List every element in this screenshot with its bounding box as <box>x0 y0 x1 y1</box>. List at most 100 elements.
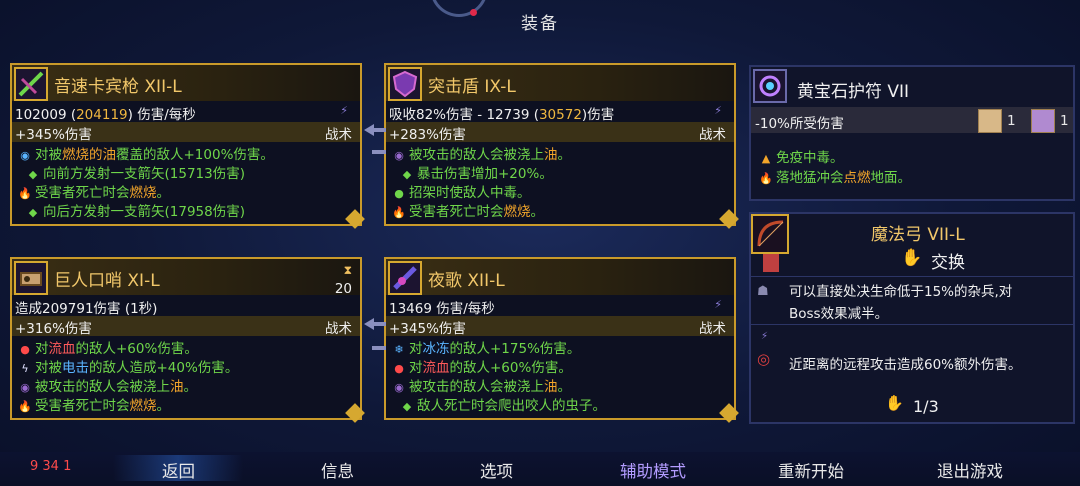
bullet-icon: ◆ <box>28 206 38 219</box>
card-block: 吸收82%伤害 - 12739 (30572)伤害 <box>389 107 615 123</box>
arrow-left-icon <box>364 124 374 136</box>
lightning-icon: ϟ <box>21 362 29 375</box>
card-dps: 13469 伤害/每秒 <box>389 301 495 317</box>
hourglass-icon: ⧗ <box>343 263 352 277</box>
card-dps: 102009 (204119) 伤害/每秒 <box>15 107 196 123</box>
card-bonus: +283%伤害 <box>389 127 466 143</box>
amulet-panel[interactable]: 黄宝石护符 VII -10%所受伤害 1 1 ▲ 免疫中毒。 🔥 落地猛冲会点燃地面… <box>749 65 1075 201</box>
target-icon: ◎ <box>757 350 771 368</box>
corner-gem-icon <box>345 209 365 229</box>
snowflake-icon: ❄ <box>394 343 404 356</box>
card-effects: ◉ 被攻击的敌人会被浇上油。 ◆ 暴击伤害增加+20%。 ● 招架时使敌人中毒。 🔥 受… <box>392 146 571 222</box>
effect-line: 🔥 受害者死亡时会燃烧。 <box>18 185 170 201</box>
menu-options[interactable]: 选项 <box>480 458 513 482</box>
corner-gem-icon <box>719 209 739 229</box>
effect-line: ◉ 被攻击的敌人会被浇上油。 <box>392 146 571 165</box>
connector-bar <box>372 128 386 132</box>
divider <box>751 276 1073 277</box>
effect-line: ◉ 对被燃烧的油覆盖的敌人+100%伤害。 <box>18 146 274 165</box>
effect-line: ● 招架时使敌人中毒。 <box>392 184 571 203</box>
bow-desc-line2: Boss效果减半。 <box>789 306 889 322</box>
menu-restart[interactable]: 重新开始 <box>778 458 844 482</box>
effect-line: ◆ 暴击伤害增加+20%。 <box>392 165 571 184</box>
bullet-icon: ◆ <box>28 168 38 181</box>
skill-card-giant-whistle[interactable]: 巨人口哨 XI-L ⧗ 20 造成209791伤害 (1秒) +316%伤害 战… <box>10 257 365 423</box>
card-class: 战术 <box>325 321 352 337</box>
poison-icon: ● <box>394 187 404 200</box>
skill-card-nightsong[interactable]: 夜歌 XII-L 13469 伤害/每秒 ⚡ +345%伤害 战术 ❄ 对冰冻的敌… <box>384 257 739 423</box>
card-damage: 造成209791伤害 (1秒) <box>15 301 158 317</box>
creature-icon <box>763 254 779 272</box>
mutation-icon: ◉ <box>394 381 404 394</box>
effect-line: ◆ 敌人死亡时会爬出咬人的虫子。 <box>392 397 606 416</box>
card-title: 音速卡宾枪 XII-L <box>54 77 182 97</box>
page-title: 装备 <box>521 14 559 34</box>
effect-line: ◆ 向前方发射一支箭矢(15713伤害) <box>18 165 274 184</box>
lightning-icon: ⚡ <box>340 104 348 117</box>
effect-line: ϟ 对被电击的敌人造成+40%伤害。 <box>18 359 238 378</box>
arrow-left-icon <box>364 318 374 330</box>
arrow-up-icon: ▲ <box>761 152 771 165</box>
lightning-icon: ⚡ <box>761 331 769 342</box>
card-title: 夜歌 XII-L <box>428 271 505 291</box>
effect-line: ◉ 被攻击的敌人会被浇上油。 <box>18 378 238 397</box>
amulet-effect: 🔥 落地猛冲会点燃地面。 <box>759 170 911 186</box>
fire-icon: 🔥 <box>392 206 406 219</box>
menu-info[interactable]: 信息 <box>321 458 354 482</box>
scroll-count: 1 <box>1007 113 1016 129</box>
effect-line: ● 对流血的敌人+60%伤害。 <box>392 359 606 378</box>
blood-drop-icon: ● <box>394 362 404 375</box>
effect-line: 🔥 受害者死亡时会燃烧。 <box>392 204 544 220</box>
crossbow-icon <box>14 67 48 101</box>
card-class: 战术 <box>325 127 352 143</box>
card-effects: ❄ 对冰冻的敌人+175%伤害。 ● 对流血的敌人+60%伤害。 ◉ 被攻击的敌人会被… <box>392 340 606 416</box>
fire-icon: 🔥 <box>18 187 32 200</box>
card-bonus: +316%伤害 <box>15 321 92 337</box>
bullet-icon: ◆ <box>402 400 412 413</box>
blood-drop-icon: ● <box>20 343 30 356</box>
card-title: 巨人口哨 XI-L <box>54 271 160 291</box>
card-effects: ● 对流血的敌人+60%伤害。 ϟ 对被电击的敌人造成+40%伤害。 ◉ 被攻击的敌人… <box>18 340 238 416</box>
card-class: 战术 <box>699 321 726 337</box>
connector-bar <box>372 346 386 350</box>
mutation-icon: ◉ <box>20 381 30 394</box>
bow-desc-line1: 可以直接处决生命低于15%的杂兵,对 <box>789 284 1013 300</box>
divider <box>751 324 1073 325</box>
scroll-count: 1 <box>1060 113 1069 129</box>
page-indicator: 1/3 <box>913 397 939 416</box>
effect-line: 🔥 受害者死亡时会燃烧。 <box>18 398 170 414</box>
swap-hand-icon: ✋ <box>901 248 923 268</box>
weapon-card-sonic-carbine[interactable]: 音速卡宾枪 XII-L 102009 (204119) 伤害/每秒 ⚡ +345… <box>10 63 365 229</box>
effect-line: ◉ 被攻击的敌人会被浇上油。 <box>392 378 606 397</box>
weapon-card-assault-shield[interactable]: 突击盾 IX-L 吸收82%伤害 - 12739 (30572)伤害 ⚡ +28… <box>384 63 739 229</box>
menu-assist-mode[interactable]: 辅助模式 <box>620 458 686 482</box>
card-class: 战术 <box>699 127 726 143</box>
tactics-scroll-icon <box>1031 109 1055 133</box>
lightning-icon: ⚡ <box>714 104 722 117</box>
card-bonus: +345%伤害 <box>389 321 466 337</box>
connector-bar <box>372 150 386 154</box>
bullet-icon: ◆ <box>402 168 412 181</box>
corner-gem-icon <box>345 403 365 423</box>
menu-back[interactable]: 返回 <box>162 458 195 482</box>
player-stats: 9 34 1 <box>30 459 72 474</box>
shield-icon <box>388 67 422 101</box>
card-effects: ◉ 对被燃烧的油覆盖的敌人+100%伤害。 ◆ 向前方发射一支箭矢(15713伤害)… <box>18 146 274 222</box>
brutality-scroll-icon <box>978 109 1002 133</box>
swap-button[interactable]: 交换 <box>931 248 965 273</box>
hand-icon: ✋ <box>885 394 904 412</box>
bow-icon <box>751 214 789 254</box>
card-bonus: +345%伤害 <box>15 127 92 143</box>
bow-panel[interactable]: 魔法弓 VII-L ✋ 交换 ☗ 可以直接处决生命低于15%的杂兵,对 Boss… <box>749 212 1075 424</box>
card-title: 突击盾 IX-L <box>428 77 516 97</box>
effect-line: ◆ 向后方发射一支箭矢(17958伤害) <box>18 203 274 222</box>
menu-quit-game[interactable]: 退出游戏 <box>937 458 1003 482</box>
connector-bar <box>372 322 386 326</box>
effect-line: ❄ 对冰冻的敌人+175%伤害。 <box>392 340 606 359</box>
fire-icon: 🔥 <box>18 400 32 413</box>
mutation-icon: ◉ <box>20 149 30 162</box>
bow-title: 魔法弓 VII-L <box>871 225 965 245</box>
amulet-stat: -10%所受伤害 <box>755 116 844 132</box>
corner-gem-icon <box>719 403 739 423</box>
whistle-icon <box>14 261 48 295</box>
